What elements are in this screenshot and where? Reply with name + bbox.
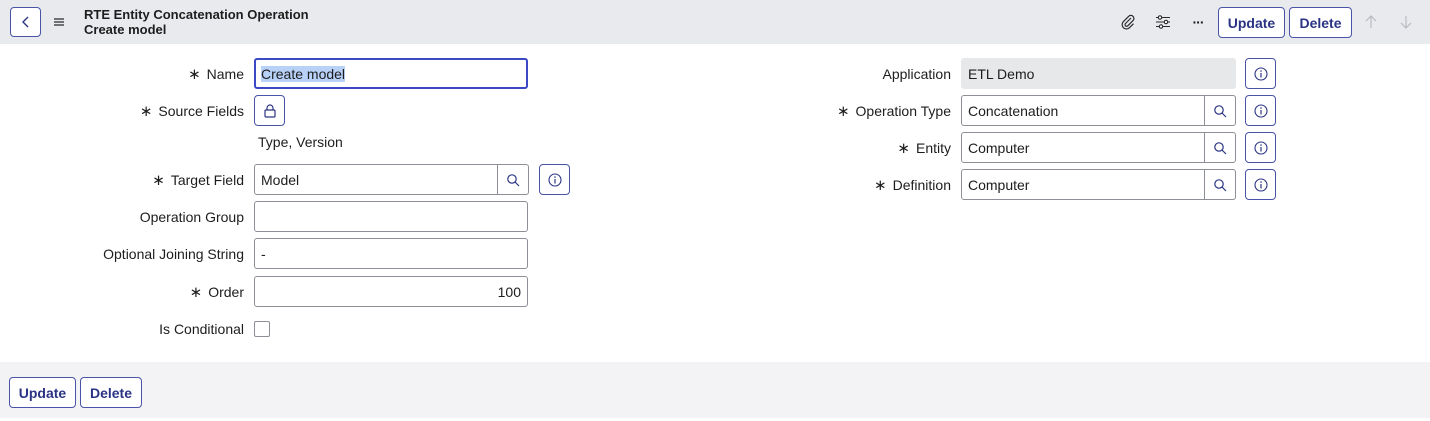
target-field-input[interactable]: Model — [255, 165, 498, 194]
form-footer: Update Delete — [0, 362, 1430, 418]
search-icon[interactable] — [1205, 96, 1235, 125]
record-display-name: Create model — [84, 22, 167, 37]
info-icon — [1253, 177, 1268, 192]
personalize-sliders-icon[interactable] — [1152, 11, 1174, 33]
application-info-button[interactable] — [1245, 58, 1276, 89]
search-icon[interactable] — [1205, 133, 1235, 162]
joining-string-label: Optional Joining String — [103, 246, 244, 262]
required-asterisk-icon: ∗ — [139, 103, 153, 120]
chevron-left-icon — [21, 16, 28, 28]
entity-info-button[interactable] — [1245, 132, 1276, 163]
lock-icon — [263, 103, 276, 118]
info-icon — [1253, 103, 1268, 118]
info-icon — [1253, 140, 1268, 155]
footer-delete-button[interactable]: Delete — [80, 377, 142, 408]
operation-type-lookup[interactable]: Concatenation — [961, 95, 1236, 126]
info-icon — [547, 172, 562, 187]
required-asterisk-icon: ∗ — [152, 172, 165, 189]
entity-label: ∗ Entity — [897, 140, 951, 157]
more-options-icon[interactable]: ··· — [1187, 11, 1209, 33]
application-field: ETL Demo — [961, 58, 1236, 89]
header-update-button[interactable]: Update — [1218, 7, 1285, 38]
target-field-label: ∗ Target Field — [152, 172, 244, 189]
operation-type-label: ∗ Operation Type — [836, 103, 951, 120]
page-title: RTE Entity Concatenation Operation Creat… — [84, 7, 309, 37]
operation-type-info-button[interactable] — [1245, 95, 1276, 126]
operation-group-input[interactable] — [254, 201, 528, 232]
info-icon — [1253, 66, 1268, 81]
arrow-up-icon[interactable] — [1360, 11, 1382, 33]
required-asterisk-icon: ∗ — [189, 284, 203, 301]
definition-label: ∗ Definition — [874, 177, 951, 194]
form-header: RTE Entity Concatenation Operation Creat… — [0, 0, 1430, 44]
back-button[interactable] — [10, 7, 41, 37]
footer-update-button[interactable]: Update — [9, 377, 76, 408]
operation-type-input[interactable]: Concatenation — [962, 96, 1205, 125]
target-field-lookup[interactable]: Model — [254, 164, 529, 195]
search-icon[interactable] — [498, 165, 528, 194]
required-asterisk-icon: ∗ — [874, 177, 887, 194]
hamburger-menu-icon[interactable] — [52, 14, 66, 30]
entity-input[interactable]: Computer — [962, 133, 1205, 162]
order-input[interactable]: 100 — [254, 276, 528, 307]
target-field-info-button[interactable] — [539, 164, 570, 195]
order-label: ∗ Order — [189, 284, 244, 301]
entity-lookup[interactable]: Computer — [961, 132, 1236, 163]
record-type-title: RTE Entity Concatenation Operation — [84, 7, 309, 22]
is-conditional-checkbox[interactable] — [254, 321, 270, 337]
arrow-down-icon[interactable] — [1395, 11, 1417, 33]
definition-info-button[interactable] — [1245, 169, 1276, 200]
paperclip-icon[interactable] — [1117, 11, 1139, 33]
source-fields-value: Type, Version — [258, 134, 343, 150]
operation-group-label: Operation Group — [139, 209, 244, 225]
search-icon[interactable] — [1205, 170, 1235, 199]
name-label: ∗ Name — [188, 66, 244, 83]
is-conditional-label: Is Conditional — [159, 321, 244, 337]
definition-lookup[interactable]: Computer — [961, 169, 1236, 200]
source-fields-label: ∗ Source Fields — [139, 103, 244, 120]
required-asterisk-icon: ∗ — [836, 103, 850, 120]
joining-string-input[interactable]: - — [254, 238, 528, 269]
unlock-source-fields-button[interactable] — [254, 95, 285, 126]
required-asterisk-icon: ∗ — [897, 140, 910, 157]
name-input[interactable]: Create model — [254, 58, 528, 89]
application-label: Application — [882, 66, 952, 82]
required-asterisk-icon: ∗ — [188, 66, 201, 83]
header-delete-button[interactable]: Delete — [1289, 7, 1352, 38]
definition-input[interactable]: Computer — [962, 170, 1205, 199]
